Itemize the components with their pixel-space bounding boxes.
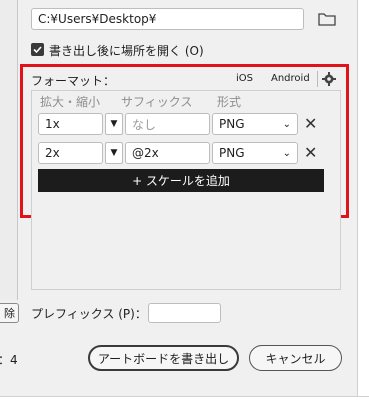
type-select[interactable]: PNG ⌄ — [212, 142, 298, 164]
export-artboards-button[interactable]: アートボードを書き出し — [88, 345, 239, 371]
scale-field[interactable]: 1x — [38, 113, 103, 135]
open-location-label: 書き出し後に場所を開く (O) — [49, 44, 204, 58]
separator — [317, 71, 318, 87]
remove-row-icon[interactable]: ✕ — [304, 145, 317, 161]
chevron-down-icon: ⌄ — [282, 147, 291, 159]
checkmark-icon — [33, 46, 42, 54]
scale-dropdown-button[interactable]: ▼ — [105, 113, 123, 135]
open-location-checkbox[interactable] — [31, 43, 44, 56]
scale-dropdown-button[interactable]: ▼ — [105, 142, 123, 164]
window-bottom-edge — [0, 396, 369, 409]
path-value: C:¥Users¥Desktop¥ — [38, 12, 157, 26]
left-panel-edge — [0, 0, 18, 300]
format-label: フォーマット： — [31, 74, 116, 88]
triangle-down-icon: ▼ — [110, 119, 118, 129]
type-value: PNG — [219, 117, 245, 131]
suffix-placeholder: なし — [132, 117, 157, 132]
gear-icon[interactable] — [322, 72, 336, 86]
type-value: PNG — [219, 146, 245, 160]
scale-value: 2x — [45, 146, 60, 160]
suffix-value: @2x — [132, 146, 159, 160]
left-clipped-button[interactable]: 除 — [0, 303, 19, 323]
add-scale-label: + スケールを追加 — [132, 174, 230, 188]
ios-button[interactable]: iOS — [236, 73, 253, 84]
remove-row-icon[interactable]: ✕ — [304, 116, 317, 132]
scale-field[interactable]: 2x — [38, 142, 103, 164]
cancel-label: キャンセル — [265, 351, 326, 366]
suffix-field[interactable]: @2x — [125, 142, 210, 164]
prefix-label: プレフィックス (P)： — [31, 307, 147, 321]
triangle-down-icon: ▼ — [110, 148, 118, 158]
cancel-button[interactable]: キャンセル — [249, 345, 342, 371]
scale-value: 1x — [45, 117, 60, 131]
prefix-field[interactable] — [148, 303, 221, 323]
chevron-down-icon: ⌄ — [282, 118, 291, 130]
window-edge — [357, 0, 369, 409]
suffix-header: サフィックス — [121, 95, 193, 109]
suffix-field[interactable]: なし — [125, 113, 210, 135]
artboard-count: ：4 — [0, 353, 18, 367]
android-button[interactable]: Android — [271, 73, 310, 84]
export-artboards-label: アートボードを書き出し — [97, 351, 230, 366]
scale-header: 拡大・縮小 — [40, 95, 101, 109]
add-scale-button[interactable]: + スケールを追加 — [38, 169, 324, 192]
folder-icon[interactable] — [318, 12, 336, 26]
path-field[interactable]: C:¥Users¥Desktop¥ — [31, 8, 304, 30]
type-header: 形式 — [217, 95, 242, 109]
type-select[interactable]: PNG ⌄ — [212, 113, 298, 135]
left-clipped-label: 除 — [4, 307, 15, 320]
